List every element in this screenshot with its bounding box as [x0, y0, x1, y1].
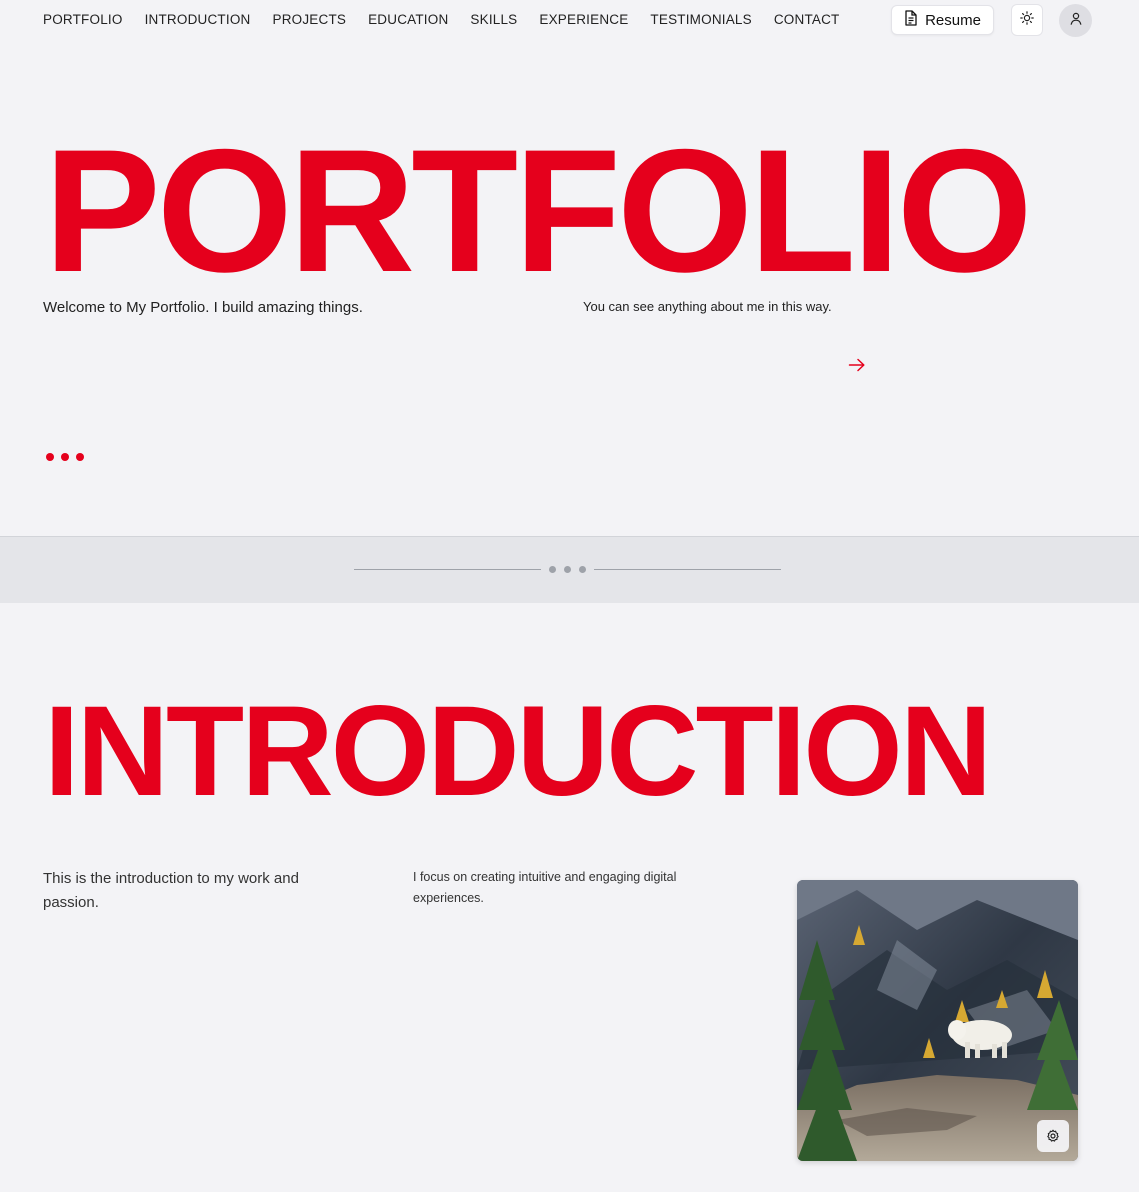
hero-arrow-button[interactable]: [845, 356, 869, 378]
nav-item-introduction[interactable]: INTRODUCTION: [145, 12, 251, 27]
nav-item-contact[interactable]: CONTACT: [774, 12, 840, 27]
avatar[interactable]: [1059, 4, 1092, 37]
top-bar: PORTFOLIO INTRODUCTION PROJECTS EDUCATIO…: [0, 0, 1139, 40]
nav-item-portfolio[interactable]: PORTFOLIO: [43, 12, 123, 27]
nav-item-testimonials[interactable]: TESTIMONIALS: [650, 12, 751, 27]
introduction-text-left: This is the introduction to my work and …: [43, 870, 299, 911]
mountain-goat-photo: [797, 880, 1078, 1161]
nav-item-projects[interactable]: PROJECTS: [272, 12, 346, 27]
theme-toggle-button[interactable]: [1011, 4, 1043, 36]
arrow-right-icon: [848, 358, 866, 377]
hero-subtitle-left: Welcome to My Portfolio. I build amazing…: [43, 299, 363, 316]
resume-button[interactable]: Resume: [891, 5, 994, 35]
divider-dots: [549, 566, 586, 573]
photo-settings-button[interactable]: [1037, 1120, 1069, 1152]
gear-icon: [1046, 1129, 1060, 1143]
introduction-title: INTRODUCTION: [44, 680, 992, 823]
nav-item-skills[interactable]: SKILLS: [470, 12, 517, 27]
hero-subtitle-right: You can see anything about me in this wa…: [583, 299, 832, 314]
document-icon: [904, 10, 918, 30]
section-divider: [0, 536, 1139, 603]
divider-line-right: [594, 569, 781, 570]
introduction-text-middle: I focus on creating intuitive and engagi…: [413, 870, 677, 905]
dot: [579, 566, 586, 573]
dot: [549, 566, 556, 573]
page: PORTFOLIO INTRODUCTION PROJECTS EDUCATIO…: [0, 0, 1139, 1192]
nav-item-experience[interactable]: EXPERIENCE: [539, 12, 628, 27]
user-icon: [1070, 12, 1082, 30]
sun-icon: [1020, 10, 1034, 30]
introduction-photo: [797, 880, 1078, 1161]
main-nav: PORTFOLIO INTRODUCTION PROJECTS EDUCATIO…: [43, 12, 862, 27]
dot: [46, 453, 54, 461]
hero-dots-decoration: [46, 453, 84, 461]
divider-line-left: [354, 569, 541, 570]
resume-button-label: Resume: [925, 11, 981, 29]
dot: [76, 453, 84, 461]
dot: [564, 566, 571, 573]
hero-title: PORTFOLIO: [44, 114, 1033, 309]
dot: [61, 453, 69, 461]
nav-item-education[interactable]: EDUCATION: [368, 12, 448, 27]
